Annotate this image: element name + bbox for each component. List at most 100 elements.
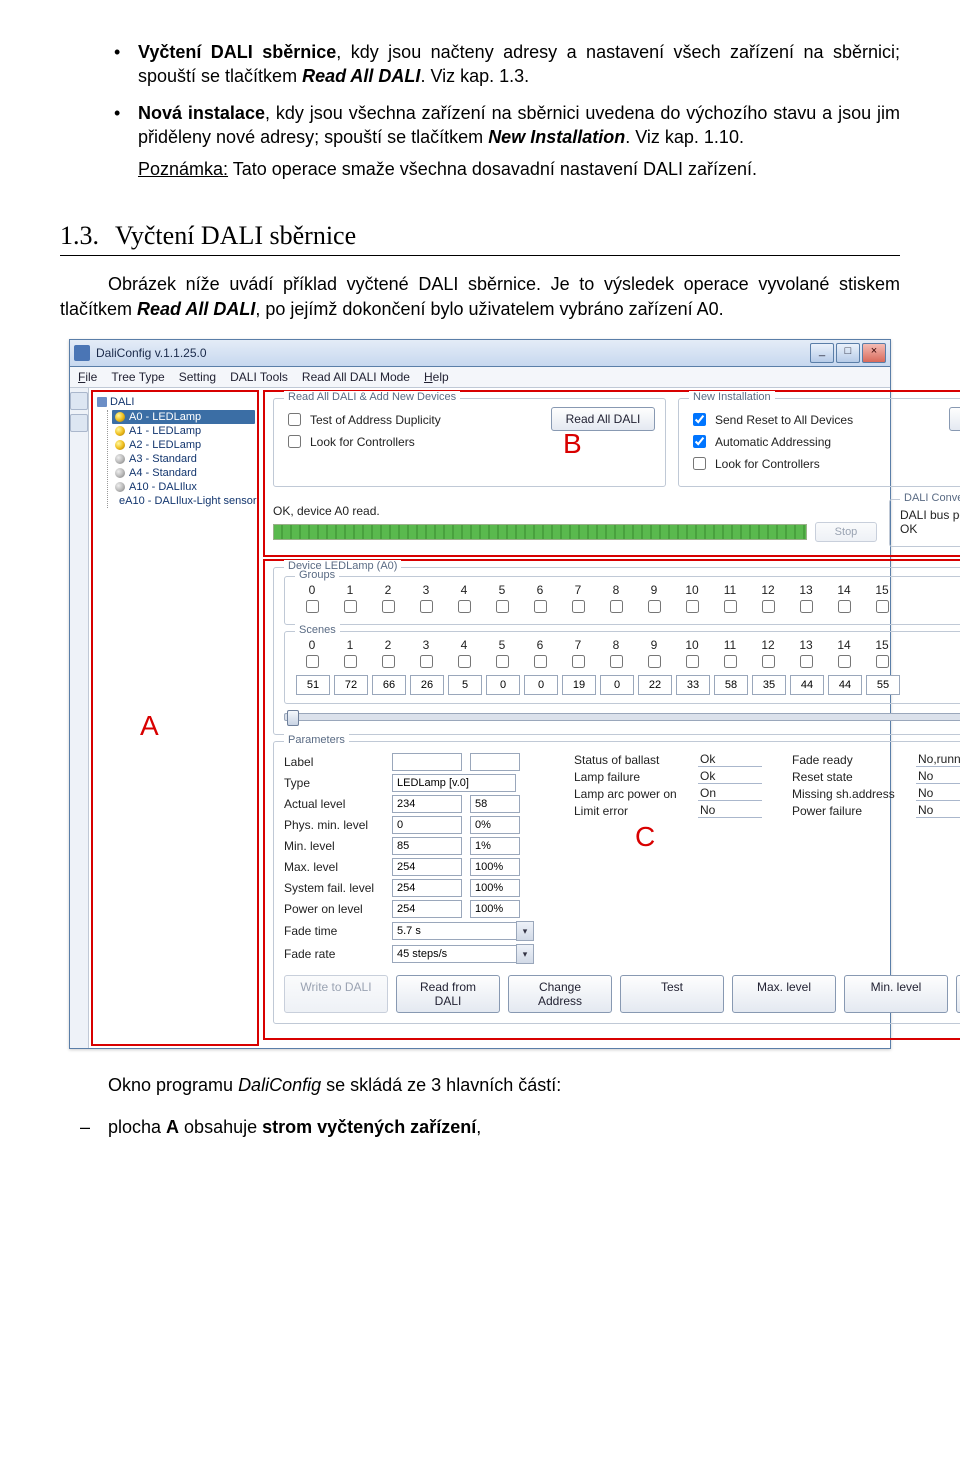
menu-item[interactable]: Setting bbox=[179, 370, 216, 384]
tree-item[interactable]: A4 - Standard bbox=[112, 466, 255, 480]
scene-value-input[interactable] bbox=[486, 675, 520, 695]
group-checkbox[interactable] bbox=[876, 600, 889, 613]
action-button[interactable]: Change Address bbox=[508, 975, 612, 1013]
window-close-button[interactable]: × bbox=[862, 343, 886, 363]
param-input-pct[interactable] bbox=[470, 900, 520, 918]
group-checkbox[interactable] bbox=[382, 600, 395, 613]
menu-item[interactable]: Read All DALI Mode bbox=[302, 370, 410, 384]
scene-checkbox[interactable] bbox=[382, 655, 395, 668]
param-input-pct[interactable] bbox=[470, 879, 520, 897]
level-slider[interactable] bbox=[284, 713, 960, 721]
scene-value-input[interactable] bbox=[334, 675, 368, 695]
group-checkbox[interactable] bbox=[420, 600, 433, 613]
group-checkbox[interactable] bbox=[610, 600, 623, 613]
group-checkbox[interactable] bbox=[838, 600, 851, 613]
group-checkbox[interactable] bbox=[306, 600, 319, 613]
group-checkbox[interactable] bbox=[724, 600, 737, 613]
tree-item[interactable]: A1 - LEDLamp bbox=[112, 424, 255, 438]
tree-item[interactable]: eA10 - DALIlux-Light sensor bbox=[112, 494, 255, 508]
param-combo[interactable] bbox=[392, 945, 516, 963]
param-input[interactable] bbox=[392, 816, 462, 834]
menu-item[interactable]: DALI Tools bbox=[230, 370, 288, 384]
tree-item[interactable]: A2 - LEDLamp bbox=[112, 438, 255, 452]
menu-item[interactable]: File bbox=[78, 370, 97, 384]
scene-value-input[interactable] bbox=[410, 675, 444, 695]
chevron-down-icon[interactable]: ▾ bbox=[516, 944, 534, 964]
tree-root[interactable]: DALI bbox=[95, 396, 255, 408]
checkbox-auto-address[interactable]: Automatic Addressing bbox=[689, 432, 853, 451]
scene-value-input[interactable] bbox=[714, 675, 748, 695]
param-input[interactable] bbox=[392, 774, 516, 792]
action-button[interactable]: Max. level bbox=[732, 975, 836, 1013]
group-checkbox[interactable] bbox=[686, 600, 699, 613]
action-button[interactable]: Test bbox=[620, 975, 724, 1013]
group-checkbox[interactable] bbox=[572, 600, 585, 613]
scene-value-input[interactable] bbox=[562, 675, 596, 695]
scene-checkbox[interactable] bbox=[534, 655, 547, 668]
action-button[interactable]: Write to DALI bbox=[284, 975, 388, 1013]
menu-item[interactable]: Help bbox=[424, 370, 449, 384]
param-input[interactable] bbox=[392, 795, 462, 813]
menu-item[interactable]: Tree Type bbox=[111, 370, 164, 384]
scene-checkbox[interactable] bbox=[724, 655, 737, 668]
param-input-pct[interactable] bbox=[470, 753, 520, 771]
scene-value-input[interactable] bbox=[638, 675, 672, 695]
group-checkbox[interactable] bbox=[344, 600, 357, 613]
checkbox-duplicity[interactable]: Test of Address Duplicity bbox=[284, 410, 441, 429]
param-input[interactable] bbox=[392, 858, 462, 876]
toolstrip-button[interactable] bbox=[70, 414, 88, 432]
scene-checkbox[interactable] bbox=[496, 655, 509, 668]
scene-value-input[interactable] bbox=[790, 675, 824, 695]
scene-checkbox[interactable] bbox=[838, 655, 851, 668]
param-combo[interactable] bbox=[392, 922, 516, 940]
group-checkbox[interactable] bbox=[534, 600, 547, 613]
param-input[interactable] bbox=[392, 900, 462, 918]
checkbox-send-reset[interactable]: Send Reset to All Devices bbox=[689, 410, 853, 429]
scene-value-input[interactable] bbox=[600, 675, 634, 695]
new-installation-button[interactable]: New Installation bbox=[949, 407, 960, 431]
checkbox-controllers[interactable]: Look for Controllers bbox=[284, 432, 441, 451]
scene-checkbox[interactable] bbox=[572, 655, 585, 668]
scene-checkbox[interactable] bbox=[648, 655, 661, 668]
scene-checkbox[interactable] bbox=[610, 655, 623, 668]
param-input-pct[interactable] bbox=[470, 837, 520, 855]
scene-value-input[interactable] bbox=[296, 675, 330, 695]
group-checkbox[interactable] bbox=[458, 600, 471, 613]
scene-checkbox[interactable] bbox=[686, 655, 699, 668]
window-maximize-button[interactable]: □ bbox=[836, 343, 860, 363]
scene-value-input[interactable] bbox=[752, 675, 786, 695]
chevron-down-icon[interactable]: ▾ bbox=[516, 921, 534, 941]
group-checkbox[interactable] bbox=[648, 600, 661, 613]
toolstrip-button[interactable] bbox=[70, 392, 88, 410]
scene-value-input[interactable] bbox=[866, 675, 900, 695]
param-input[interactable] bbox=[392, 837, 462, 855]
scene-value-input[interactable] bbox=[676, 675, 710, 695]
action-button[interactable]: Min. level bbox=[844, 975, 948, 1013]
tree-item[interactable]: A0 - LEDLamp bbox=[112, 410, 255, 424]
stop-button[interactable]: Stop bbox=[815, 522, 877, 542]
scene-value-input[interactable] bbox=[828, 675, 862, 695]
tree-item[interactable]: A3 - Standard bbox=[112, 452, 255, 466]
group-checkbox[interactable] bbox=[762, 600, 775, 613]
scene-checkbox[interactable] bbox=[306, 655, 319, 668]
scene-checkbox[interactable] bbox=[876, 655, 889, 668]
scene-value-input[interactable] bbox=[524, 675, 558, 695]
group-checkbox[interactable] bbox=[496, 600, 509, 613]
scene-checkbox[interactable] bbox=[458, 655, 471, 668]
param-input[interactable] bbox=[392, 753, 462, 771]
scene-checkbox[interactable] bbox=[420, 655, 433, 668]
action-button[interactable]: Read from DALI bbox=[396, 975, 500, 1013]
checkbox-controllers-2[interactable]: Look for Controllers bbox=[689, 454, 853, 473]
scene-checkbox[interactable] bbox=[762, 655, 775, 668]
tree-item[interactable]: A10 - DALIlux bbox=[112, 480, 255, 494]
scene-value-input[interactable] bbox=[372, 675, 406, 695]
param-input-pct[interactable] bbox=[470, 858, 520, 876]
scene-value-input[interactable] bbox=[448, 675, 482, 695]
scene-checkbox[interactable] bbox=[800, 655, 813, 668]
window-minimize-button[interactable]: _ bbox=[810, 343, 834, 363]
action-button[interactable]: Off bbox=[956, 975, 960, 1013]
group-checkbox[interactable] bbox=[800, 600, 813, 613]
scene-checkbox[interactable] bbox=[344, 655, 357, 668]
param-input-pct[interactable] bbox=[470, 795, 520, 813]
param-input[interactable] bbox=[392, 879, 462, 897]
